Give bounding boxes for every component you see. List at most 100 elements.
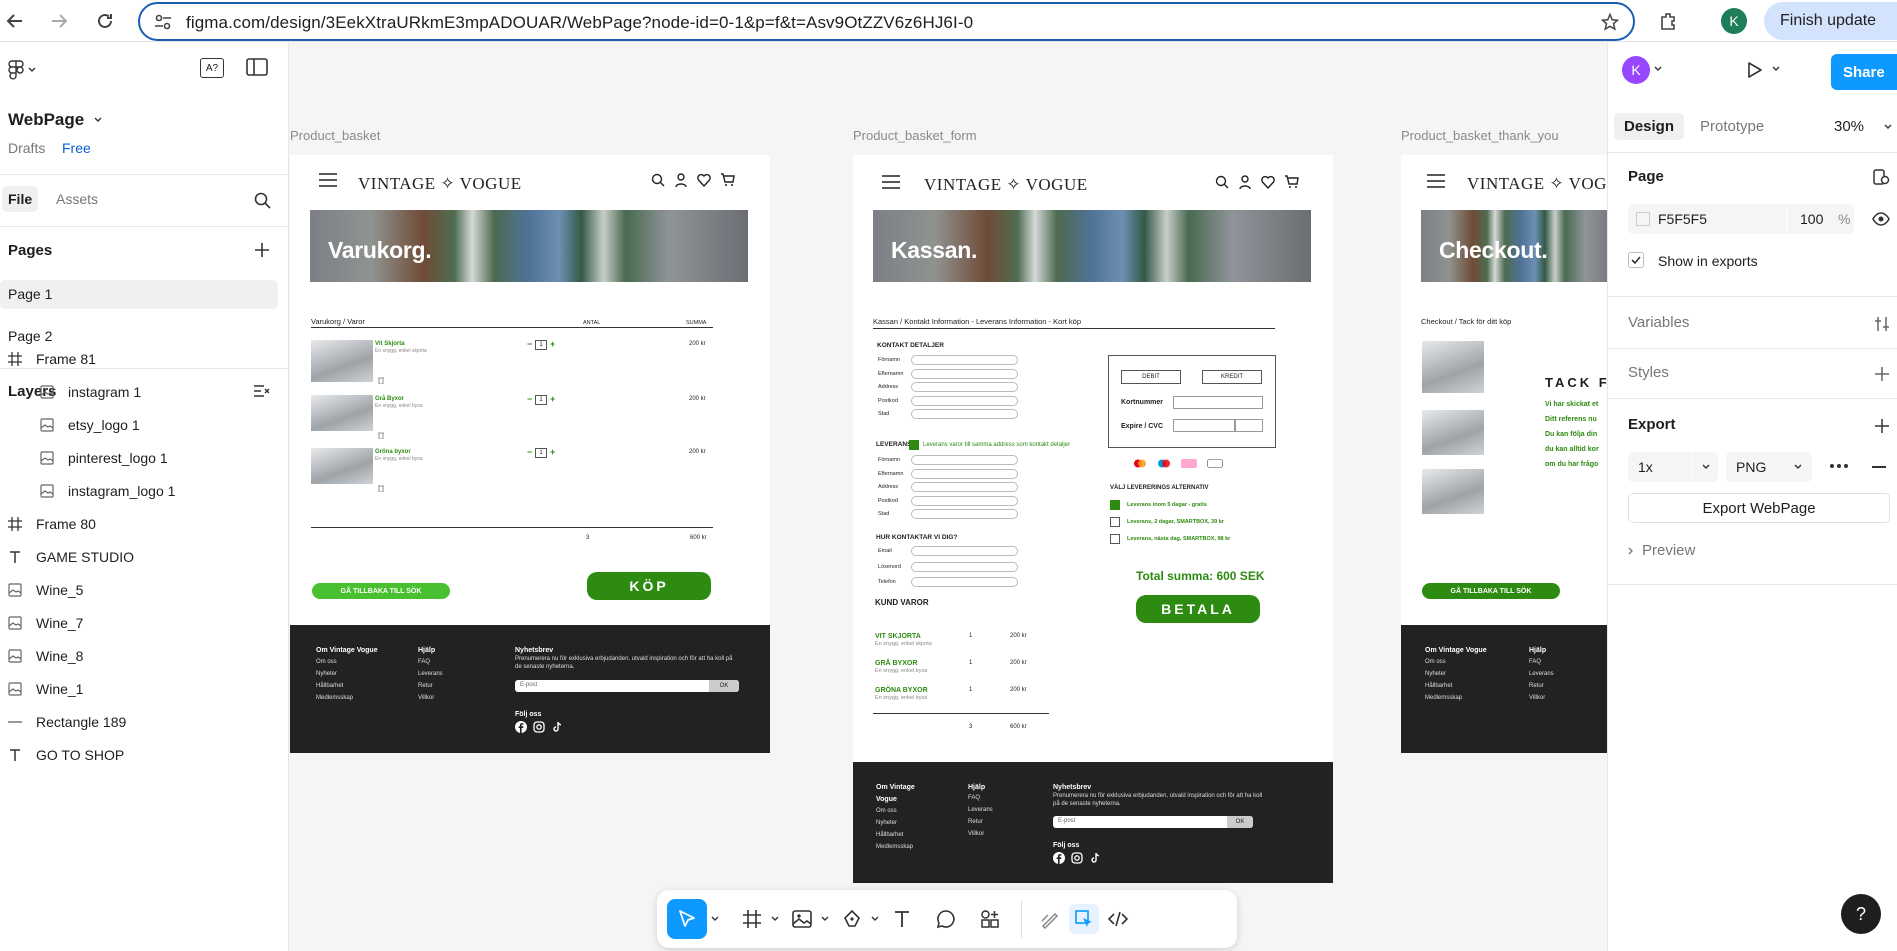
draw-mode-icon[interactable] xyxy=(1035,904,1065,934)
layer-item[interactable]: instagram 1 xyxy=(40,384,141,400)
site-settings-icon[interactable] xyxy=(154,14,172,30)
footer-link[interactable]: Leverans xyxy=(1529,668,1554,680)
remove-export-icon[interactable] xyxy=(1872,466,1886,468)
layer-item[interactable]: instagram_logo 1 xyxy=(40,483,175,499)
footer-link[interactable]: FAQ xyxy=(968,792,993,804)
footer-link[interactable]: FAQ xyxy=(418,656,443,668)
footer-link[interactable]: Medlemsskap xyxy=(316,692,353,704)
frame-label[interactable]: Product_basket xyxy=(290,128,380,143)
file-name[interactable]: WebPage xyxy=(8,110,102,130)
trash-icon[interactable] xyxy=(378,432,384,439)
footer-link[interactable]: Hållbarhet xyxy=(876,829,913,841)
contact-fields-input[interactable] xyxy=(911,355,1018,365)
newsletter-email-input[interactable]: E-post OK xyxy=(1053,816,1253,828)
how-fields-input[interactable] xyxy=(911,577,1018,587)
chevron-down-icon[interactable] xyxy=(769,904,781,934)
how-fields-input[interactable] xyxy=(911,561,1018,572)
footer-link[interactable]: Nyheter xyxy=(1425,668,1462,680)
footer-link[interactable]: Retur xyxy=(418,680,443,692)
qty-input[interactable]: 1 xyxy=(535,395,547,405)
pen-tool-icon[interactable] xyxy=(837,904,867,934)
frame-label[interactable]: Product_basket_form xyxy=(853,128,977,143)
text-tool-icon[interactable] xyxy=(887,904,917,934)
back-to-search-button[interactable]: GÅ TILLBAKA TILL SÖK xyxy=(312,583,450,599)
decrease-qty-button[interactable]: − xyxy=(527,339,532,349)
browser-profile-avatar[interactable]: K xyxy=(1721,8,1747,34)
footer-link[interactable]: Villkor xyxy=(968,828,993,840)
delivery-fields-input[interactable] xyxy=(911,482,1018,492)
footer-link[interactable]: Nyheter xyxy=(876,817,913,829)
card-number-input[interactable] xyxy=(1173,396,1263,409)
chevron-down-icon[interactable] xyxy=(819,904,831,934)
export-button[interactable]: Export WebPage xyxy=(1628,493,1890,523)
footer-link[interactable]: Medlemsskap xyxy=(876,841,913,853)
collapse-layers-icon[interactable] xyxy=(253,384,271,398)
increase-qty-button[interactable]: + xyxy=(550,447,555,457)
footer-link[interactable]: Om oss xyxy=(1425,656,1462,668)
add-page-icon[interactable] xyxy=(254,242,270,258)
decrease-qty-button[interactable]: − xyxy=(527,447,532,457)
frame-label[interactable]: Product_basket_thank_you xyxy=(1401,128,1559,143)
chevron-down-icon[interactable] xyxy=(1884,124,1892,130)
newsletter-email-input[interactable]: E-post OK xyxy=(515,680,739,692)
trash-icon[interactable] xyxy=(378,485,384,492)
footer-link[interactable]: Retur xyxy=(968,816,993,828)
color-swatch[interactable] xyxy=(1636,212,1650,226)
tab-assets[interactable]: Assets xyxy=(56,191,98,207)
page-settings-icon[interactable] xyxy=(1872,168,1890,186)
footer-link[interactable]: Om oss xyxy=(876,805,913,817)
layer-item[interactable]: Wine_5 xyxy=(8,582,83,598)
layer-item[interactable]: Rectangle 189 xyxy=(8,714,126,730)
decrease-qty-button[interactable]: − xyxy=(527,394,532,404)
footer-link[interactable]: Villkor xyxy=(418,692,443,704)
back-arrow-icon[interactable] xyxy=(2,8,28,34)
finish-update-button[interactable]: Finish update xyxy=(1764,2,1897,40)
delivery-option-checkbox[interactable] xyxy=(1110,517,1120,527)
pay-button[interactable]: BETALA xyxy=(1136,595,1260,623)
cvc-input[interactable] xyxy=(1235,419,1263,432)
chevron-down-icon[interactable] xyxy=(1654,66,1662,72)
page-item-2[interactable]: Page 2 xyxy=(8,328,52,344)
newsletter-ok-button[interactable]: OK xyxy=(1227,816,1253,828)
increase-qty-button[interactable]: + xyxy=(550,339,555,349)
add-export-icon[interactable] xyxy=(1874,418,1890,434)
tab-design[interactable]: Design xyxy=(1614,113,1685,140)
comment-tool-icon[interactable] xyxy=(931,904,961,934)
delivery-option-checkbox[interactable] xyxy=(1110,534,1120,544)
contact-fields-input[interactable] xyxy=(911,409,1018,419)
frame-product-basket-thank-you[interactable]: VINTAGE ✧ VOGUE Checkout. Checkout / Tac… xyxy=(1401,155,1607,753)
layer-item[interactable]: Frame 80 xyxy=(8,516,96,532)
contact-fields-input[interactable] xyxy=(911,382,1018,392)
forward-arrow-icon[interactable] xyxy=(46,8,72,34)
frame-product-basket[interactable]: VINTAGE ✧ VOGUE Varukorg. Varukorg / Var… xyxy=(290,155,770,753)
design-canvas[interactable]: Product_basket Product_basket_form Produ… xyxy=(289,42,1607,951)
qty-input[interactable]: 1 xyxy=(535,340,547,350)
zoom-level[interactable]: 30% xyxy=(1834,118,1864,135)
credit-button[interactable]: KREDIT xyxy=(1202,370,1262,384)
chevron-down-icon[interactable] xyxy=(869,904,881,934)
footer-link[interactable]: Medlemsskap xyxy=(1425,692,1462,704)
tab-file[interactable]: File xyxy=(2,186,39,212)
contact-fields-input[interactable] xyxy=(911,395,1018,406)
footer-link[interactable]: Leverans xyxy=(968,804,993,816)
image-tool-icon[interactable] xyxy=(787,904,817,934)
footer-link[interactable]: Nyheter xyxy=(316,668,353,680)
frame-product-basket-form[interactable]: VINTAGE ✧ VOGUE Kassan. Kassan / Kontakt… xyxy=(853,155,1333,883)
address-bar[interactable]: figma.com/design/3EekXtraURkmE3mpADOUAR/… xyxy=(138,2,1635,41)
page-color-value[interactable]: F5F5F5 xyxy=(1658,211,1707,227)
dev-mode-icon[interactable] xyxy=(1103,904,1133,934)
footer-link[interactable]: Retur xyxy=(1529,680,1554,692)
show-in-exports-checkbox[interactable] xyxy=(1628,252,1644,268)
preview-toggle[interactable]: Preview xyxy=(1628,542,1695,559)
page-opacity-value[interactable]: 100 xyxy=(1800,211,1823,227)
delivery-fields-input[interactable] xyxy=(911,495,1018,506)
chevron-down-icon[interactable] xyxy=(1772,66,1780,72)
drafts-link[interactable]: Drafts xyxy=(8,140,45,156)
plan-badge[interactable]: Free xyxy=(62,140,91,156)
expire-input[interactable] xyxy=(1173,419,1235,432)
layer-item[interactable]: Wine_8 xyxy=(8,648,83,664)
footer-link[interactable]: Om oss xyxy=(316,656,353,668)
extensions-icon[interactable] xyxy=(1659,11,1679,31)
sidebar-toggle-icon[interactable] xyxy=(246,58,268,76)
export-format-select[interactable]: PNG xyxy=(1726,452,1812,482)
